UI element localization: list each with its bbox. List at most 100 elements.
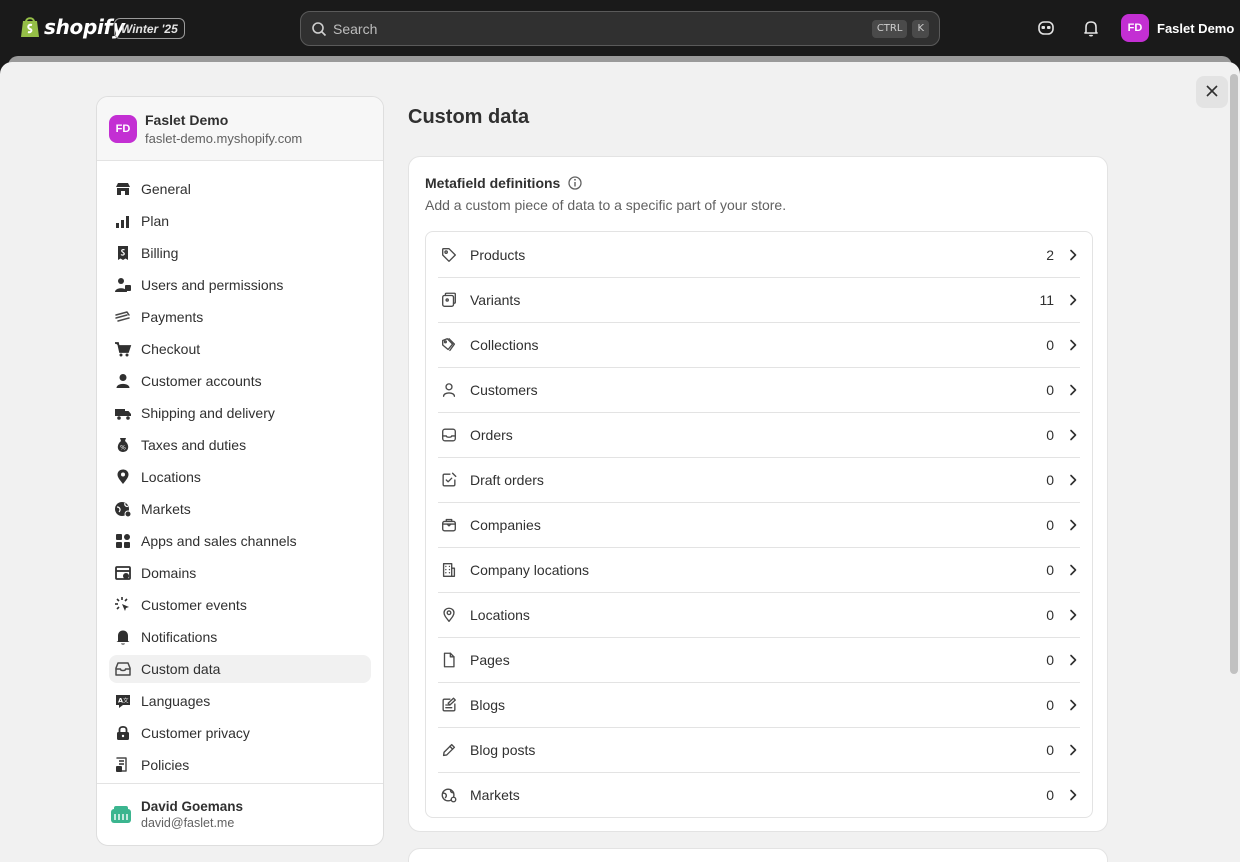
languages-icon: A文 bbox=[113, 691, 133, 711]
lock-icon bbox=[113, 723, 133, 743]
metafield-row-draft-orders[interactable]: Draft orders 0 bbox=[426, 457, 1092, 502]
row-count: 0 bbox=[1046, 696, 1054, 713]
faslet-avatar-icon bbox=[109, 803, 133, 827]
globe-icon bbox=[113, 499, 133, 519]
users-icon bbox=[113, 275, 133, 295]
metafield-row-collections[interactable]: Collections 0 bbox=[426, 322, 1092, 367]
row-count: 0 bbox=[1046, 516, 1054, 533]
row-label: Pages bbox=[470, 651, 510, 668]
bell-icon bbox=[113, 627, 133, 647]
chevron-right-icon bbox=[1066, 473, 1080, 487]
row-count: 0 bbox=[1046, 786, 1054, 803]
truck-icon bbox=[113, 403, 133, 423]
metafield-row-blog-posts[interactable]: Blog posts 0 bbox=[426, 727, 1092, 772]
custom-data-icon bbox=[113, 659, 133, 679]
policies-icon bbox=[113, 755, 133, 775]
store-avatar: FD bbox=[109, 114, 137, 143]
sidebar-item-general[interactable]: General bbox=[109, 175, 371, 203]
row-count: 2 bbox=[1046, 246, 1054, 263]
metafield-row-companies[interactable]: Companies 0 bbox=[426, 502, 1092, 547]
brand-wordmark: shopify bbox=[44, 15, 125, 39]
sidebar-item-customer-privacy[interactable]: Customer privacy bbox=[109, 719, 371, 747]
sidebar-item-policies[interactable]: Policies bbox=[109, 751, 371, 779]
sidebar-item-label: Plan bbox=[141, 213, 170, 229]
row-label: Collections bbox=[470, 336, 539, 353]
sidebar-item-label: Payments bbox=[141, 309, 204, 325]
metafield-row-markets[interactable]: Markets 0 bbox=[426, 772, 1092, 817]
sidebar-item-users-and-permissions[interactable]: Users and permissions bbox=[109, 271, 371, 299]
apps-icon bbox=[113, 531, 133, 551]
sidebar-item-customer-accounts[interactable]: Customer accounts bbox=[109, 367, 371, 395]
sidekick-icon[interactable] bbox=[1036, 18, 1056, 38]
metafield-row-products[interactable]: Products 2 bbox=[426, 232, 1092, 277]
row-label: Products bbox=[470, 246, 526, 263]
sidebar-item-markets[interactable]: Markets bbox=[109, 495, 371, 523]
chevron-right-icon bbox=[1066, 698, 1080, 712]
row-label: Blogs bbox=[470, 696, 506, 713]
bell-icon[interactable] bbox=[1081, 18, 1101, 38]
scrollbar[interactable] bbox=[1230, 74, 1238, 674]
metafield-row-variants[interactable]: Variants 11 bbox=[426, 277, 1092, 322]
search-input[interactable]: Search CTRL K bbox=[300, 11, 940, 46]
metafield-definitions-card: Metafield definitions Add a custom piece… bbox=[408, 156, 1108, 832]
blog-icon bbox=[440, 696, 458, 714]
sidebar-item-label: Customer privacy bbox=[141, 725, 250, 741]
top-bar: shopify Winter '25 Search CTRL K FD Fasl… bbox=[0, 0, 1240, 56]
chevron-right-icon bbox=[1066, 788, 1080, 802]
sidebar-item-customer-events[interactable]: Customer events bbox=[109, 591, 371, 619]
sidebar-item-apps-and-sales-channels[interactable]: Apps and sales channels bbox=[109, 527, 371, 555]
sidebar-item-languages[interactable]: A 文 Languages bbox=[109, 687, 371, 715]
payments-icon bbox=[113, 307, 133, 327]
metafield-row-blogs[interactable]: Blogs 0 bbox=[426, 682, 1092, 727]
store-icon bbox=[113, 179, 133, 199]
sidebar-item-custom-data[interactable]: Custom data bbox=[109, 655, 371, 683]
chevron-right-icon bbox=[1066, 383, 1080, 397]
shopify-logo[interactable]: shopify bbox=[20, 15, 125, 39]
sidebar-item-notifications[interactable]: Notifications bbox=[109, 623, 371, 651]
metafield-row-customers[interactable]: Customers 0 bbox=[426, 367, 1092, 412]
chevron-right-icon bbox=[1066, 563, 1080, 577]
sidebar-item-locations[interactable]: Locations bbox=[109, 463, 371, 491]
sidebar-item-payments[interactable]: Payments bbox=[109, 303, 371, 331]
page-title: Custom data bbox=[408, 106, 530, 128]
sidebar-item-label: Shipping and delivery bbox=[141, 405, 275, 421]
sidebar-item-shipping-and-delivery[interactable]: Shipping and delivery bbox=[109, 399, 371, 427]
card-title: Metafield definitions bbox=[425, 175, 561, 191]
sidebar-item-billing[interactable]: Billing bbox=[109, 239, 371, 267]
sidebar-item-label: Locations bbox=[141, 469, 201, 485]
chevron-right-icon bbox=[1066, 248, 1080, 262]
domains-icon bbox=[113, 563, 133, 583]
account-footer[interactable]: David Goemans david@faslet.me bbox=[97, 783, 383, 845]
metafield-row-orders[interactable]: Orders 0 bbox=[426, 412, 1092, 457]
search-placeholder: Search bbox=[333, 20, 378, 37]
sidebar-item-domains[interactable]: Domains bbox=[109, 559, 371, 587]
store-header[interactable]: FD Faslet Demo faslet-demo.myshopify.com bbox=[97, 97, 383, 161]
metafield-row-pages[interactable]: Pages 0 bbox=[426, 637, 1092, 682]
sidebar-item-label: Customer accounts bbox=[141, 373, 262, 389]
close-button[interactable] bbox=[1196, 76, 1228, 108]
user-menu[interactable]: FD Faslet Demo bbox=[1121, 14, 1234, 42]
edition-badge[interactable]: Winter '25 bbox=[114, 18, 185, 39]
metafield-row-company-locations[interactable]: Company locations 0 bbox=[426, 547, 1092, 592]
svg-text:文: 文 bbox=[123, 697, 129, 705]
sidebar-item-plan[interactable]: Plan bbox=[109, 207, 371, 235]
info-icon[interactable] bbox=[567, 175, 583, 191]
chevron-right-icon bbox=[1066, 608, 1080, 622]
tax-icon: % bbox=[113, 435, 133, 455]
shortcut-key: K bbox=[912, 19, 929, 38]
sidebar-item-label: Customer events bbox=[141, 597, 247, 613]
svg-text:%: % bbox=[120, 445, 126, 452]
row-count: 0 bbox=[1046, 561, 1054, 578]
row-count: 0 bbox=[1046, 606, 1054, 623]
sidebar-item-checkout[interactable]: Checkout bbox=[109, 335, 371, 363]
inbox-icon bbox=[440, 426, 458, 444]
chevron-right-icon bbox=[1066, 653, 1080, 667]
metafield-row-locations[interactable]: Locations 0 bbox=[426, 592, 1092, 637]
store-url: faslet-demo.myshopify.com bbox=[145, 130, 303, 146]
cart-icon bbox=[113, 339, 133, 359]
page-icon bbox=[440, 651, 458, 669]
sidebar-item-taxes-and-duties[interactable]: % Taxes and duties bbox=[109, 431, 371, 459]
chevron-right-icon bbox=[1066, 293, 1080, 307]
sidebar-item-label: Markets bbox=[141, 501, 191, 517]
building-icon bbox=[440, 561, 458, 579]
